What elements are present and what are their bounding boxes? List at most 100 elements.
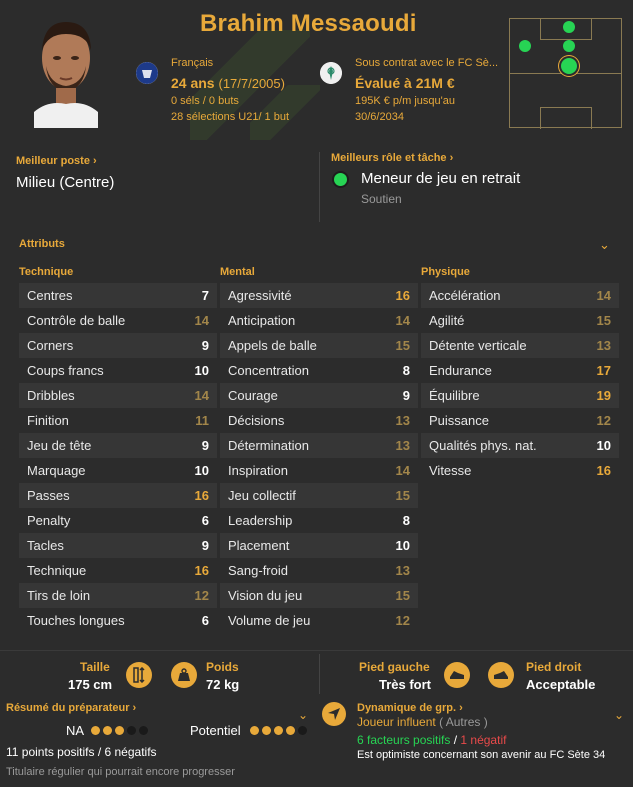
attribute-row[interactable]: Anticipation 14 <box>220 308 418 333</box>
attribute-value: 12 <box>395 613 410 628</box>
star-filled-icon <box>250 726 259 735</box>
attribute-row[interactable]: Jeu de tête 9 <box>19 433 217 458</box>
attribute-row[interactable]: Décisions 13 <box>220 408 418 433</box>
attribute-row[interactable]: Leadership 8 <box>220 508 418 533</box>
position-dot-selected[interactable] <box>561 58 577 74</box>
chevron-down-icon[interactable]: ⌄ <box>599 237 610 253</box>
attribute-row[interactable]: Contrôle de balle 14 <box>19 308 217 333</box>
attribute-row[interactable]: Dribbles 14 <box>19 383 217 408</box>
scout-verdict: Titulaire régulier qui pourrait encore p… <box>6 766 235 778</box>
attribute-name: Volume de jeu <box>228 613 311 628</box>
divider <box>319 152 320 222</box>
attribute-value: 14 <box>596 288 611 303</box>
attribute-value: 14 <box>395 313 410 328</box>
attribute-name: Touches longues <box>27 613 125 628</box>
attribute-name: Jeu de tête <box>27 438 92 453</box>
attribute-row[interactable]: Vitesse 16 <box>421 458 619 483</box>
attribute-row[interactable]: Détente verticale 13 <box>421 333 619 358</box>
pitch-penalty-box <box>540 107 592 129</box>
star-empty-icon <box>298 726 307 735</box>
position-pitch[interactable] <box>509 18 622 129</box>
attribute-row[interactable]: Agilité 15 <box>421 308 619 333</box>
attribute-value: 14 <box>194 313 209 328</box>
age: 24 ans (17/7/2005) <box>171 75 285 91</box>
attribute-row[interactable]: Placement 10 <box>220 533 418 558</box>
dynamics-icon <box>322 702 346 726</box>
attribute-row[interactable]: Touches longues 6 <box>19 608 217 633</box>
attribute-name: Concentration <box>228 363 309 378</box>
attribute-value: 15 <box>395 488 410 503</box>
position-dot[interactable] <box>563 40 575 52</box>
attribute-value: 8 <box>402 363 410 378</box>
current-ability-label: NA <box>66 723 85 738</box>
age-value: 24 ans <box>171 75 215 91</box>
attribute-name: Décisions <box>228 413 285 428</box>
attribute-row[interactable]: Accélération 14 <box>421 283 619 308</box>
mental-attributes: Agressivité 16 Anticipation 14 Appels de bal… <box>220 283 418 633</box>
attribute-row[interactable]: Volume de jeu 12 <box>220 608 418 633</box>
attribute-value: 15 <box>395 588 410 603</box>
weight-label: Poids <box>206 660 239 674</box>
attribute-row[interactable]: Jeu collectif 15 <box>220 483 418 508</box>
attribute-row[interactable]: Coups francs 10 <box>19 358 217 383</box>
best-role-duty: Soutien <box>361 192 402 206</box>
chevron-down-icon[interactable]: ⌄ <box>298 708 308 722</box>
team-dynamics-title: Dynamique de grp. <box>357 702 457 714</box>
attribute-row[interactable]: Tirs de loin 12 <box>19 583 217 608</box>
dynamics-note: Est optimiste concernant son avenir au F… <box>357 749 606 761</box>
best-position-value: Milieu (Centre) <box>16 174 115 191</box>
chevron-right-icon: › <box>459 702 463 714</box>
attribute-value: 10 <box>194 463 209 478</box>
attribute-row[interactable]: Passes 16 <box>19 483 217 508</box>
contract-club[interactable]: Sous contrat avec le FC Sè... <box>355 57 498 69</box>
attribute-value: 14 <box>194 388 209 403</box>
attribute-row[interactable]: Appels de balle 15 <box>220 333 418 358</box>
player-name: Brahim Messaoudi <box>200 10 417 37</box>
attribute-row[interactable]: Centres 7 <box>19 283 217 308</box>
attribute-row[interactable]: Sang-froid 13 <box>220 558 418 583</box>
star-filled-icon <box>286 726 295 735</box>
best-role-value: Meneur de jeu en retrait <box>361 170 521 187</box>
scout-summary-link[interactable]: Résumé du préparateur › <box>6 702 136 714</box>
attribute-row[interactable]: Courage 9 <box>220 383 418 408</box>
position-dot[interactable] <box>519 40 531 52</box>
attribute-row[interactable]: Marquage 10 <box>19 458 217 483</box>
attribute-row[interactable]: Tacles 9 <box>19 533 217 558</box>
negative-factors: 1 négatif <box>460 733 507 747</box>
attribute-value: 11 <box>195 413 209 428</box>
attribute-row[interactable]: Équilibre 19 <box>421 383 619 408</box>
weight-value: 72 kg <box>206 677 240 692</box>
attribute-name: Penalty <box>27 513 71 528</box>
star-filled-icon <box>274 726 283 735</box>
chevron-down-icon[interactable]: ⌄ <box>614 708 624 722</box>
attribute-row[interactable]: Détermination 13 <box>220 433 418 458</box>
attribute-name: Endurance <box>429 363 492 378</box>
attribute-row[interactable]: Penalty 6 <box>19 508 217 533</box>
position-dot[interactable] <box>563 21 575 33</box>
attribute-name: Appels de balle <box>228 338 317 353</box>
attribute-name: Agilité <box>429 313 465 328</box>
best-role-link[interactable]: Meilleurs rôle et tâche › <box>331 152 453 164</box>
contract-end-date: 30/6/2034 <box>355 111 404 123</box>
best-position-link[interactable]: Meilleur poste › <box>16 155 97 167</box>
weight-icon <box>171 662 197 688</box>
attribute-name: Finition <box>27 413 69 428</box>
attribute-row[interactable]: Puissance 12 <box>421 408 619 433</box>
team-dynamics-link[interactable]: Dynamique de grp. › <box>357 702 463 714</box>
attribute-row[interactable]: Inspiration 14 <box>220 458 418 483</box>
attribute-row[interactable]: Corners 9 <box>19 333 217 358</box>
attributes-title: Attributs <box>19 238 65 250</box>
attribute-row[interactable]: Agressivité 16 <box>220 283 418 308</box>
attribute-row[interactable]: Qualités phys. nat. 10 <box>421 433 619 458</box>
player-wage: 195K € p/m jusqu'au <box>355 95 455 107</box>
attribute-row[interactable]: Finition 11 <box>19 408 217 433</box>
attribute-row[interactable]: Vision du jeu 15 <box>220 583 418 608</box>
attribute-row[interactable]: Technique 16 <box>19 558 217 583</box>
attribute-row[interactable]: Concentration 8 <box>220 358 418 383</box>
attribute-value: 8 <box>402 513 410 528</box>
technical-title: Technique <box>19 266 74 278</box>
attribute-row[interactable]: Endurance 17 <box>421 358 619 383</box>
club-crest-icon[interactable] <box>320 62 342 84</box>
divider <box>0 650 633 651</box>
attribute-value: 9 <box>402 388 410 403</box>
